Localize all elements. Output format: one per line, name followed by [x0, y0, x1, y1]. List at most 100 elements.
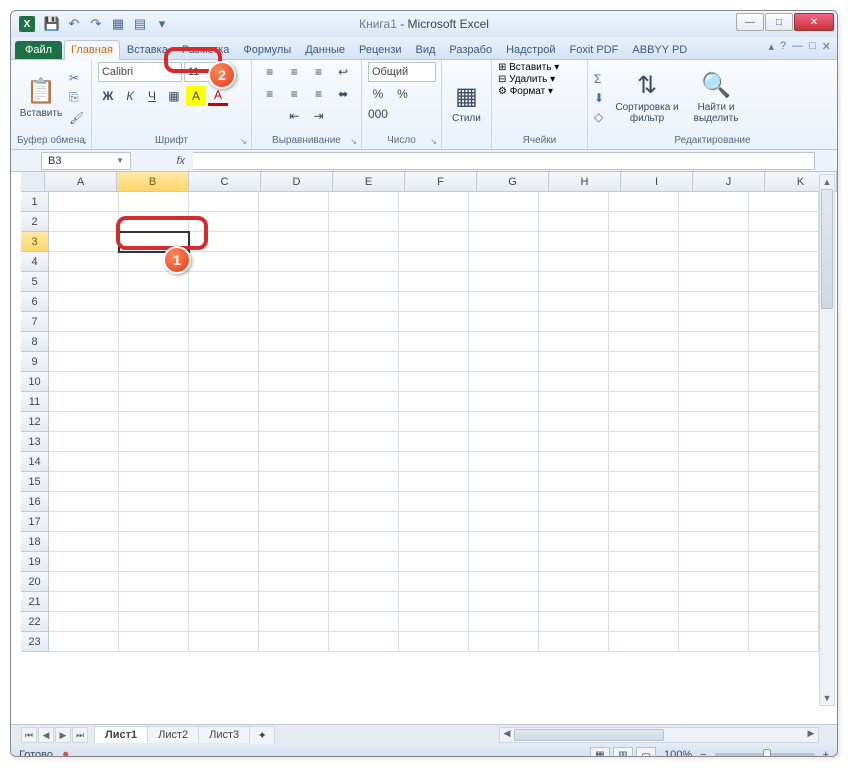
cell-G6[interactable] — [469, 292, 539, 312]
doc-close-icon[interactable]: ✕ — [822, 40, 831, 53]
cell-E13[interactable] — [329, 432, 399, 452]
cell-K5[interactable] — [749, 272, 819, 292]
cell-C9[interactable] — [189, 352, 259, 372]
cell-B15[interactable] — [119, 472, 189, 492]
cell-H16[interactable] — [539, 492, 609, 512]
cell-A20[interactable] — [49, 572, 119, 592]
cell-G2[interactable] — [469, 212, 539, 232]
cell-J9[interactable] — [679, 352, 749, 372]
ribbon-caret-icon[interactable]: ▴ — [768, 40, 774, 53]
cell-G20[interactable] — [469, 572, 539, 592]
cell-K2[interactable] — [749, 212, 819, 232]
tab-home[interactable]: Главная — [64, 40, 120, 60]
formula-input[interactable] — [193, 152, 815, 170]
styles-button[interactable]: ▦ Стили — [448, 71, 485, 135]
col-header-E[interactable]: E — [333, 172, 405, 192]
cell-H13[interactable] — [539, 432, 609, 452]
cell-I1[interactable] — [609, 192, 679, 212]
col-header-B[interactable]: B — [117, 172, 189, 192]
cell-I20[interactable] — [609, 572, 679, 592]
cell-D13[interactable] — [259, 432, 329, 452]
cell-D18[interactable] — [259, 532, 329, 552]
cell-A6[interactable] — [49, 292, 119, 312]
row-header-14[interactable]: 14 — [21, 452, 49, 472]
cell-F23[interactable] — [399, 632, 469, 652]
cell-B11[interactable] — [119, 392, 189, 412]
row-header-17[interactable]: 17 — [21, 512, 49, 532]
row-header-18[interactable]: 18 — [21, 532, 49, 552]
zoom-level[interactable]: 100% — [664, 749, 692, 757]
cell-F7[interactable] — [399, 312, 469, 332]
cell-I23[interactable] — [609, 632, 679, 652]
align-middle-icon[interactable]: ≡ — [284, 62, 304, 82]
cell-I3[interactable] — [609, 232, 679, 252]
cell-D7[interactable] — [259, 312, 329, 332]
cell-E23[interactable] — [329, 632, 399, 652]
align-top-icon[interactable]: ≡ — [260, 62, 280, 82]
cell-C20[interactable] — [189, 572, 259, 592]
cell-grid[interactable] — [49, 192, 819, 724]
cell-H19[interactable] — [539, 552, 609, 572]
underline-button[interactable]: Ч — [142, 86, 162, 106]
cell-E6[interactable] — [329, 292, 399, 312]
cell-F13[interactable] — [399, 432, 469, 452]
cell-J2[interactable] — [679, 212, 749, 232]
cell-I14[interactable] — [609, 452, 679, 472]
cell-H15[interactable] — [539, 472, 609, 492]
cell-D17[interactable] — [259, 512, 329, 532]
name-box-dropdown-icon[interactable]: ▼ — [116, 156, 124, 165]
cell-H18[interactable] — [539, 532, 609, 552]
cell-E15[interactable] — [329, 472, 399, 492]
cell-J18[interactable] — [679, 532, 749, 552]
paste-button[interactable]: 📋 Вставить — [17, 66, 65, 130]
cell-B20[interactable] — [119, 572, 189, 592]
cell-F1[interactable] — [399, 192, 469, 212]
cell-F6[interactable] — [399, 292, 469, 312]
cell-C14[interactable] — [189, 452, 259, 472]
scroll-down-icon[interactable]: ▼ — [820, 691, 834, 705]
cell-J1[interactable] — [679, 192, 749, 212]
cell-D6[interactable] — [259, 292, 329, 312]
cell-B19[interactable] — [119, 552, 189, 572]
cell-F4[interactable] — [399, 252, 469, 272]
sheet-nav-last-icon[interactable]: ⏭ — [72, 727, 88, 743]
cell-A14[interactable] — [49, 452, 119, 472]
scroll-right-icon[interactable]: ▶ — [804, 728, 818, 742]
tab-review[interactable]: Рецензи — [352, 40, 409, 59]
row-header-2[interactable]: 2 — [21, 212, 49, 232]
align-right-icon[interactable]: ≡ — [309, 84, 329, 104]
cell-H8[interactable] — [539, 332, 609, 352]
cell-J22[interactable] — [679, 612, 749, 632]
cell-H5[interactable] — [539, 272, 609, 292]
qat-button-2[interactable]: ▤ — [131, 15, 149, 33]
vscroll-thumb[interactable] — [821, 189, 833, 309]
cell-K13[interactable] — [749, 432, 819, 452]
font-color-icon[interactable]: A — [208, 86, 228, 106]
view-pagebreak-icon[interactable]: ▭ — [636, 747, 656, 757]
cell-A10[interactable] — [49, 372, 119, 392]
tab-addins[interactable]: Надстрой — [499, 40, 562, 59]
sheet-tab-3[interactable]: Лист3 — [198, 726, 250, 743]
close-button[interactable]: ✕ — [794, 13, 834, 31]
indent-left-icon[interactable]: ⇤ — [284, 106, 304, 126]
cell-J20[interactable] — [679, 572, 749, 592]
cell-K10[interactable] — [749, 372, 819, 392]
cell-G11[interactable] — [469, 392, 539, 412]
cell-E8[interactable] — [329, 332, 399, 352]
col-header-H[interactable]: H — [549, 172, 621, 192]
cell-D16[interactable] — [259, 492, 329, 512]
cell-J21[interactable] — [679, 592, 749, 612]
cell-F9[interactable] — [399, 352, 469, 372]
cell-A8[interactable] — [49, 332, 119, 352]
cell-E21[interactable] — [329, 592, 399, 612]
sheet-nav-prev-icon[interactable]: ◀ — [38, 727, 54, 743]
doc-restore-icon[interactable]: □ — [809, 40, 816, 53]
cell-D21[interactable] — [259, 592, 329, 612]
cell-A21[interactable] — [49, 592, 119, 612]
cell-C19[interactable] — [189, 552, 259, 572]
cell-H14[interactable] — [539, 452, 609, 472]
cell-B5[interactable] — [119, 272, 189, 292]
indent-right-icon[interactable]: ⇥ — [309, 106, 329, 126]
cell-F16[interactable] — [399, 492, 469, 512]
sort-filter-button[interactable]: ⇅ Сортировка и фильтр — [612, 66, 682, 130]
